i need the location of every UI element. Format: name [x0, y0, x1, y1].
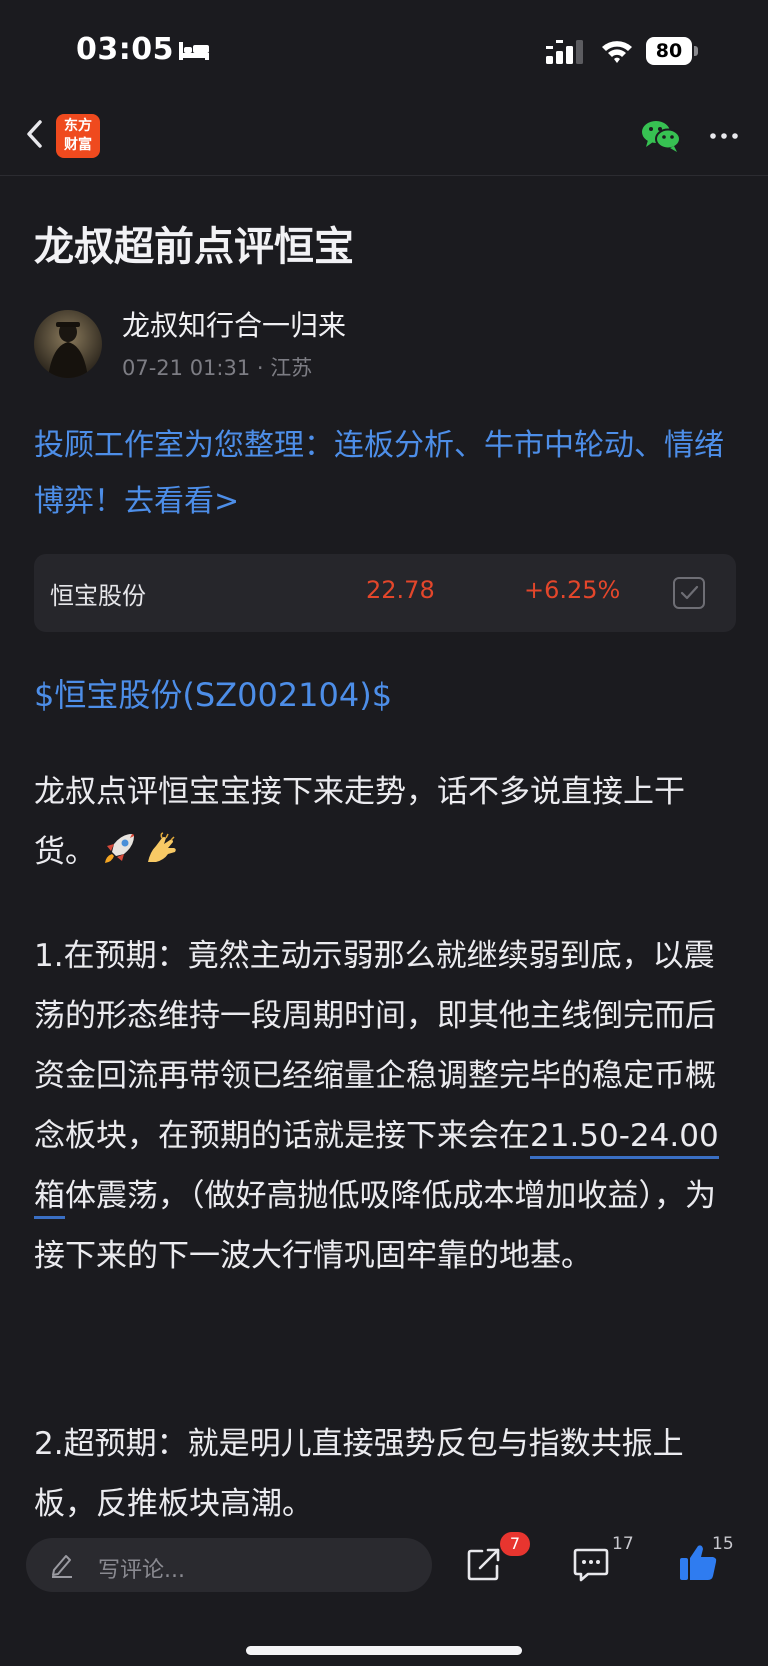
wifi-icon [602, 41, 632, 63]
like-count: 15 [712, 1534, 734, 1554]
battery-icon: 80 [646, 37, 698, 65]
add-watchlist-icon[interactable] [672, 576, 706, 610]
comment-input[interactable]: 写评论... [26, 1538, 432, 1592]
paragraph-2-text-b: 体震荡，（做好高抛低吸降低成本增加收益），为接下来的下一波大行情巩固牢靠的地基。 [34, 1178, 716, 1274]
stock-tag-link[interactable]: $恒宝股份(SZ002104)$ [34, 670, 392, 716]
back-icon[interactable] [20, 114, 50, 154]
stock-card[interactable]: 恒宝股份 22.78 +6.25% [34, 554, 736, 632]
comment-icon[interactable] [572, 1546, 610, 1582]
stock-name: 恒宝股份 [50, 582, 146, 610]
bottom-action-bar: 写评论... 7 17 15 [0, 1528, 768, 1666]
logo-line1: 东方 [64, 118, 92, 134]
pinched-fingers-icon [148, 832, 176, 862]
avatar[interactable] [34, 310, 102, 378]
status-time: 03:05 [76, 32, 174, 67]
rocket-icon [105, 834, 134, 863]
author-name[interactable]: 龙叔知行合一归来 [122, 304, 346, 344]
nav-bar: 东方 财富 [0, 100, 768, 176]
promo-link[interactable]: 投顾工作室为您整理：连板分析、牛市中轮动、情绪博弈！去看看> [34, 418, 738, 530]
article-title: 龙叔超前点评恒宝 [34, 224, 354, 270]
share-icon[interactable] [466, 1546, 502, 1582]
status-bar: 03:05 80 [0, 0, 768, 100]
battery-level: 80 [646, 37, 692, 65]
paragraph-2: 1.在预期：竟然主动示弱那么就继续弱到底，以震荡的形态维持一段周期时间，即其他主… [34, 926, 740, 1286]
more-icon[interactable] [706, 122, 742, 150]
comment-placeholder: 写评论... [98, 1558, 185, 1583]
app-logo[interactable]: 东方 财富 [56, 114, 100, 158]
post-meta: 07-21 01:31 · 江苏 [122, 356, 313, 380]
paragraph-3: 2.超预期：就是明儿直接强势反包与指数共振上板，反推板块高潮。 [34, 1426, 684, 1522]
paragraph-1: 龙叔点评恒宝宝接下来走势，话不多说直接上干货。 [34, 762, 740, 882]
wechat-icon[interactable] [640, 118, 682, 154]
stock-change: +6.25% [524, 576, 621, 604]
logo-line2: 财富 [64, 137, 92, 153]
share-count-badge: 7 [500, 1532, 530, 1556]
pencil-icon [52, 1555, 72, 1578]
stock-price: 22.78 [366, 576, 435, 604]
home-indicator[interactable] [246, 1646, 522, 1655]
signal-icon [546, 40, 583, 64]
bed-icon [179, 42, 209, 60]
comment-count: 17 [612, 1534, 634, 1554]
